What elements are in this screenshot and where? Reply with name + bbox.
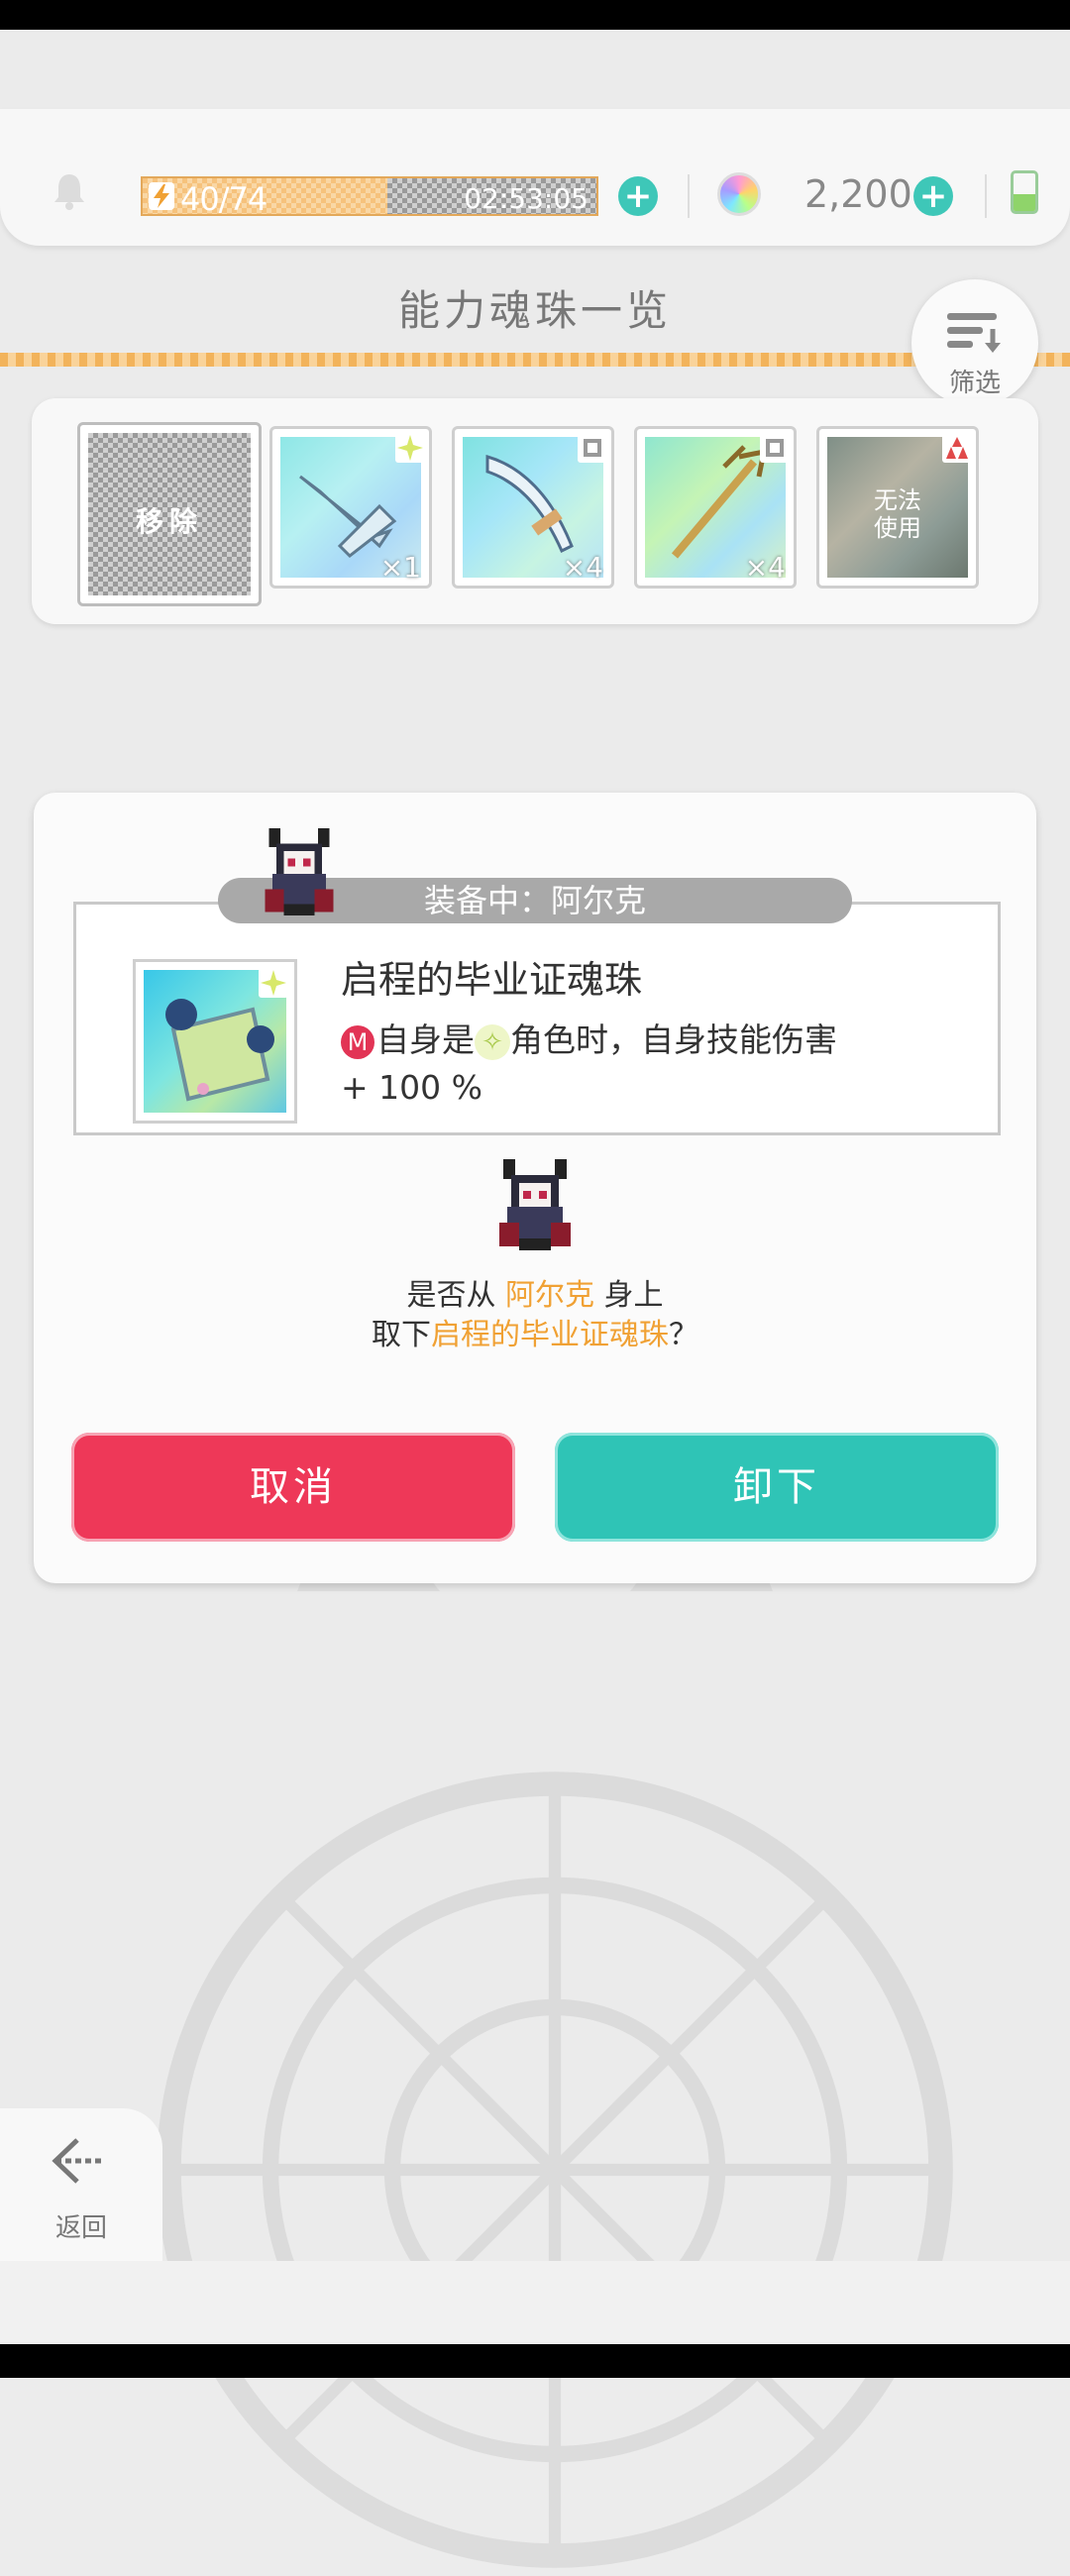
stamina-timer: 02:53:05 xyxy=(464,182,588,215)
back-label: 返回 xyxy=(54,2213,107,2243)
question-text: ？ xyxy=(669,1318,698,1352)
filter-button[interactable]: 筛选 xyxy=(911,279,1038,406)
battery-level xyxy=(1014,193,1035,211)
desc-part-3: + 100 % xyxy=(341,1068,482,1107)
bell-icon[interactable] xyxy=(52,170,87,210)
character-sprite xyxy=(265,828,334,916)
unequip-question: 是否从 阿尔克 身上 取下启程的毕业证魂珠？ xyxy=(34,1276,1036,1355)
filter-label: 筛选 xyxy=(948,369,1001,398)
gem-count: 2,200 xyxy=(804,172,912,216)
add-stamina-button[interactable]: + xyxy=(618,176,658,216)
sparkle-badge-icon xyxy=(395,433,425,463)
gem-slot[interactable]: ×4 xyxy=(452,426,614,589)
unusable-line-1: 无法 xyxy=(874,486,921,514)
sparkle-attribute-icon: ✧ xyxy=(475,1023,510,1060)
back-button[interactable]: 返回 xyxy=(0,2108,162,2261)
header-stripe xyxy=(0,353,1070,367)
character-name: 阿尔克 xyxy=(505,1278,594,1313)
system-status-bar xyxy=(0,0,1070,30)
gem-name: 启程的毕业证魂珠 xyxy=(341,958,643,1002)
stamina-text: 40/74 xyxy=(180,180,268,216)
character-sprite xyxy=(499,1159,571,1250)
unequip-dialog: 装备中：阿尔克 启程的毕业证魂珠 M 自身是 ✧ 角色时，自身技能伤害 + 100 % xyxy=(34,793,1036,1583)
m-type-icon: M xyxy=(341,1024,374,1059)
gem-slot-unusable[interactable]: 无法 使用 xyxy=(816,426,979,589)
background-emblem xyxy=(157,1771,953,2568)
resource-status-card: 40/74 02:53:05 + 2,200 + xyxy=(0,109,1070,246)
gem-count-label: ×4 xyxy=(744,551,786,584)
filter-icon xyxy=(947,313,1001,353)
gem-name-highlight: 启程的毕业证魂珠 xyxy=(431,1318,669,1352)
desc-part-1: 自身是 xyxy=(376,1020,475,1059)
page-title: 能力魂珠一览 xyxy=(397,286,672,335)
soul-gem-shelf: 移除 ×1 ×4 ×4 无法 使用 xyxy=(32,398,1038,624)
question-line-2: 取下启程的毕业证魂珠？ xyxy=(34,1316,1036,1355)
fire-badge-icon xyxy=(942,433,972,463)
divider xyxy=(985,174,987,218)
gem-currency-icon xyxy=(717,172,761,216)
monochrome-badge-icon xyxy=(578,433,607,463)
desc-part-2: 角色时，自身技能伤害 xyxy=(510,1020,837,1059)
cancel-button[interactable]: 取消 xyxy=(71,1433,515,1542)
battery-icon xyxy=(1011,170,1038,214)
gem-count-label: ×1 xyxy=(379,551,421,584)
question-line-1: 是否从 阿尔克 身上 xyxy=(34,1276,1036,1316)
question-text: 是否从 xyxy=(406,1278,505,1313)
gem-slot[interactable]: ×1 xyxy=(269,426,432,589)
question-text: 取下 xyxy=(372,1318,431,1352)
equipped-gem-thumbnail xyxy=(133,959,297,1124)
gem-effect-description: M 自身是 ✧ 角色时，自身技能伤害 + 100 % xyxy=(341,1017,896,1112)
sparkle-badge-icon xyxy=(259,968,288,998)
unequip-button[interactable]: 卸下 xyxy=(555,1433,999,1542)
add-gem-button[interactable]: + xyxy=(913,176,953,216)
remove-label: 移除 xyxy=(135,505,203,538)
remove-slot-bg: 移除 xyxy=(88,433,251,595)
unusable-label: 无法 使用 xyxy=(827,486,968,542)
divider xyxy=(688,174,690,218)
gem-slot[interactable]: ×4 xyxy=(634,426,797,589)
stamina-bar: 40/74 02:53:05 xyxy=(141,176,598,216)
monochrome-badge-icon xyxy=(760,433,790,463)
back-arrow-icon xyxy=(52,2138,105,2184)
bottom-panel xyxy=(0,2261,1070,2344)
remove-slot[interactable]: 移除 xyxy=(77,422,262,606)
system-nav-bar xyxy=(0,2344,1070,2378)
question-text: 身上 xyxy=(594,1278,664,1313)
gem-count-label: ×4 xyxy=(562,551,603,584)
lightning-icon xyxy=(149,182,174,210)
unusable-line-2: 使用 xyxy=(874,514,921,542)
